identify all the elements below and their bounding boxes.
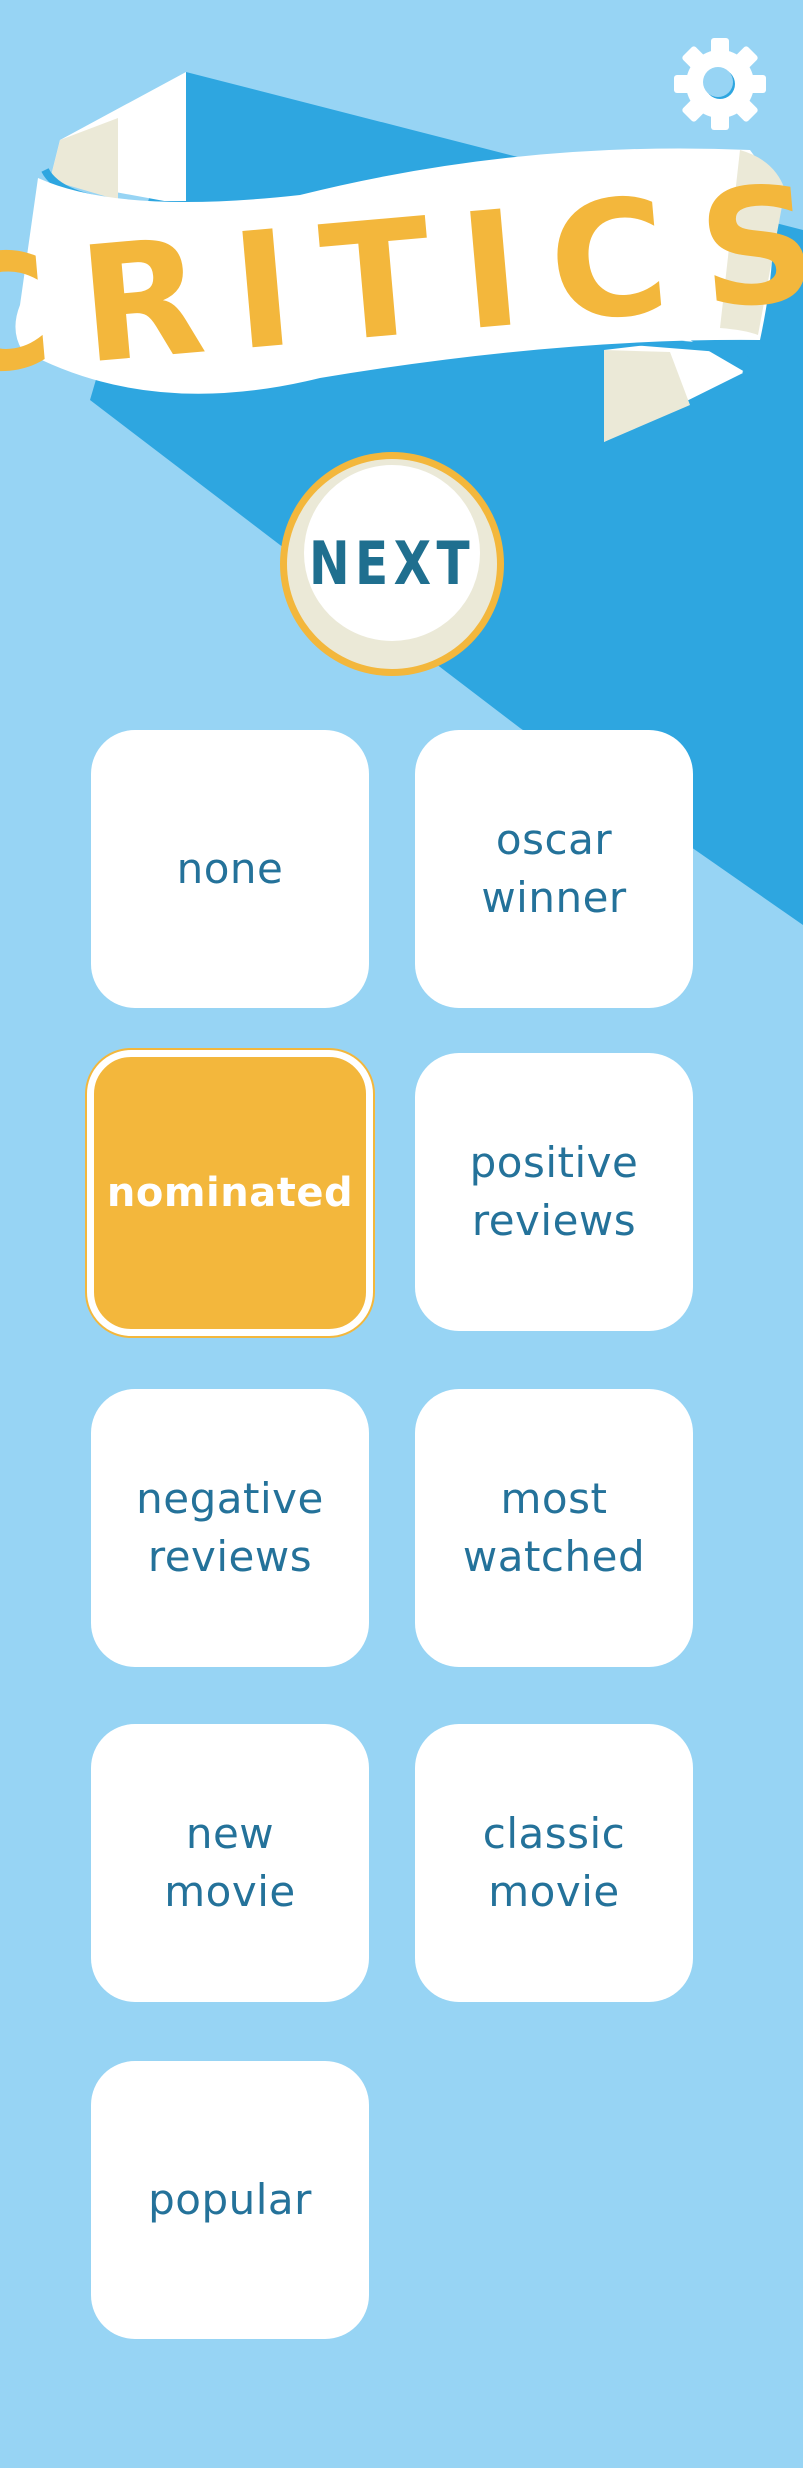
option-none[interactable]: none [91, 730, 369, 1008]
page-title-text: CRITICS [0, 150, 803, 390]
option-label: positive reviews [469, 1138, 639, 1245]
option-positive-reviews[interactable]: positive reviews [415, 1053, 693, 1331]
page-title: CRITICS [0, 150, 803, 390]
option-label: none [176, 844, 284, 893]
option-label: popular [148, 2175, 312, 2224]
option-nominated[interactable]: nominated [87, 1050, 373, 1336]
option-label: classic movie [482, 1809, 626, 1916]
option-label: nominated [106, 1170, 354, 1216]
option-new-movie[interactable]: new movie [91, 1724, 369, 2002]
option-label: most watched [462, 1474, 646, 1581]
option-classic-movie[interactable]: classic movie [415, 1724, 693, 2002]
option-oscar-winner[interactable]: oscar winner [415, 730, 693, 1008]
option-label: oscar winner [481, 815, 627, 922]
next-button[interactable]: NEXT [276, 448, 508, 680]
option-popular[interactable]: popular [91, 2061, 369, 2339]
option-most-watched[interactable]: most watched [415, 1389, 693, 1667]
option-negative-reviews[interactable]: negative reviews [91, 1389, 369, 1667]
option-label: new movie [164, 1809, 296, 1916]
critics-screen: CRITICS NEXT none oscar winner nominated… [0, 0, 803, 2468]
next-button-label: NEXT [308, 529, 476, 599]
option-label: negative reviews [136, 1474, 324, 1581]
